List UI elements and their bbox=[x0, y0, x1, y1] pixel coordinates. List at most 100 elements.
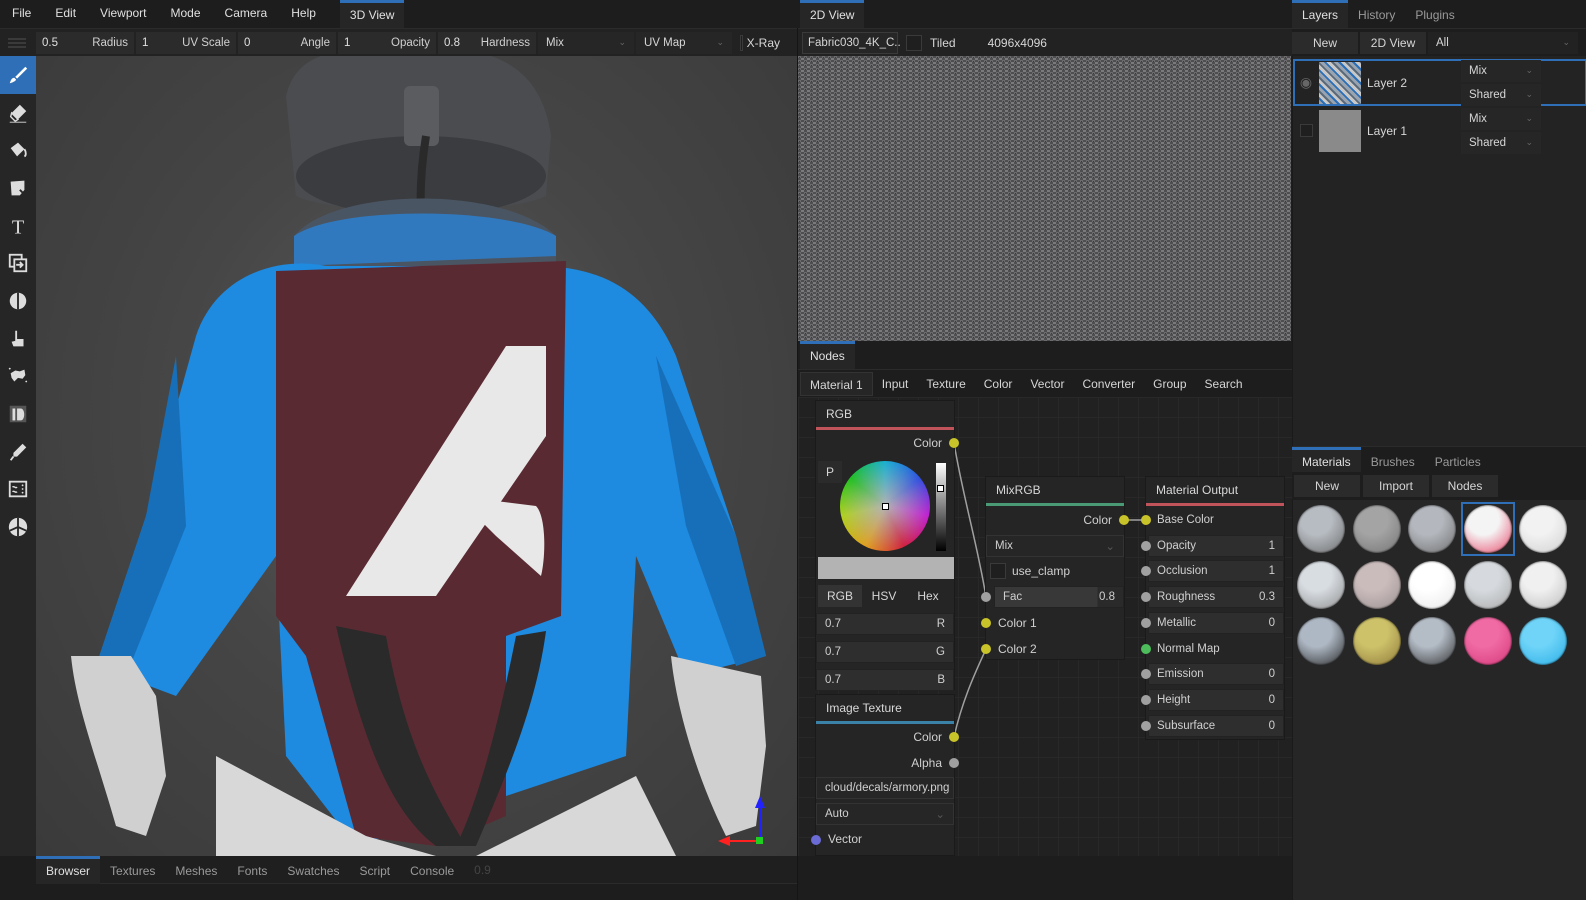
value-slider-handle[interactable] bbox=[937, 485, 944, 492]
material-thumbnail[interactable] bbox=[1297, 505, 1345, 553]
xray-checkbox[interactable] bbox=[740, 34, 743, 51]
output-input-opacity[interactable]: Opacity 1 bbox=[1148, 534, 1284, 557]
output-input-occlusion[interactable]: Occlusion 1 bbox=[1148, 560, 1284, 583]
output-input-roughness[interactable]: Roughness 0.3 bbox=[1148, 586, 1284, 609]
material-nodes-button[interactable]: Nodes bbox=[1432, 475, 1498, 497]
layer-visibility-checkbox[interactable] bbox=[1299, 124, 1313, 137]
tool-clone[interactable] bbox=[0, 244, 36, 282]
menu-help[interactable]: Help bbox=[279, 0, 328, 28]
layer-view-button[interactable]: 2D View bbox=[1360, 31, 1426, 54]
tab-plugins[interactable]: Plugins bbox=[1405, 0, 1464, 28]
tool-decal[interactable] bbox=[0, 169, 36, 207]
output-socket-height[interactable] bbox=[1141, 694, 1151, 705]
mix-color1-socket[interactable] bbox=[981, 618, 991, 628]
material-thumbnail[interactable] bbox=[1352, 505, 1401, 553]
material-thumbnail[interactable] bbox=[1519, 561, 1567, 609]
xray-toggle[interactable]: X-Ray bbox=[740, 34, 780, 51]
tool-text[interactable]: T bbox=[0, 207, 36, 245]
output-socket-normal-map[interactable] bbox=[1141, 643, 1151, 654]
output-input-metallic[interactable]: Metallic 0 bbox=[1148, 611, 1284, 634]
radius-field[interactable]: 0.5 Radius bbox=[36, 31, 134, 54]
material-thumbnail[interactable] bbox=[1408, 561, 1456, 609]
image-vector-socket[interactable] bbox=[811, 835, 821, 845]
rgb-node[interactable]: RGB Color P RGB HSV Hex 0.7 R 0.7 G 0.7 B bbox=[816, 401, 954, 691]
tab-materials[interactable]: Materials bbox=[1292, 447, 1361, 473]
angle-field[interactable]: 0 Angle bbox=[238, 31, 336, 54]
red-field[interactable]: 0.7 R bbox=[816, 613, 954, 635]
mode-rgb-button[interactable]: RGB bbox=[818, 585, 862, 607]
material-output-node[interactable]: Material Output Base Color Opacity 1 Occlus… bbox=[1146, 477, 1284, 739]
hardness-field[interactable]: 0.8 Hardness bbox=[438, 31, 536, 54]
node-canvas[interactable]: RGB Color P RGB HSV Hex 0.7 R 0.7 G 0.7 B I… bbox=[798, 397, 1292, 856]
tab-console[interactable]: Console bbox=[400, 856, 464, 884]
tab-script[interactable]: Script bbox=[349, 856, 400, 884]
picker-button[interactable]: P bbox=[818, 461, 842, 483]
nodes-menu-material[interactable]: Material 1 bbox=[800, 371, 873, 396]
tool-brush[interactable] bbox=[0, 56, 36, 94]
material-thumbnail[interactable] bbox=[1463, 561, 1512, 609]
mix-blend-dropdown[interactable]: Mix ⌄ bbox=[986, 535, 1124, 557]
tool-smudge[interactable] bbox=[0, 320, 36, 358]
rgb-color-socket[interactable] bbox=[949, 438, 959, 448]
nodes-menu-texture[interactable]: Texture bbox=[917, 372, 974, 396]
layer-mode-dropdown[interactable]: Shared ⌄ bbox=[1461, 83, 1541, 106]
layer-item[interactable]: ◉ Layer 2 Mix ⌄ Shared ⌄ bbox=[1293, 59, 1586, 106]
tab-particles[interactable]: Particles bbox=[1425, 447, 1491, 473]
blue-field[interactable]: 0.7 B bbox=[816, 669, 954, 691]
fac-slider[interactable]: Fac 0.8 bbox=[994, 586, 1124, 608]
mode-hsv-button[interactable]: HSV bbox=[862, 585, 906, 607]
menu-camera[interactable]: Camera bbox=[213, 0, 280, 28]
tab-textures[interactable]: Textures bbox=[100, 856, 165, 884]
tex-coord-dropdown[interactable]: UV Map ⌄ bbox=[636, 31, 732, 54]
toolbar-handle-icon[interactable] bbox=[0, 29, 34, 57]
mix-fac-socket[interactable] bbox=[981, 592, 991, 602]
layer-mode-dropdown[interactable]: Shared ⌄ bbox=[1461, 131, 1541, 154]
tab-2d-view[interactable]: 2D View bbox=[800, 0, 865, 28]
nodes-menu-vector[interactable]: Vector bbox=[1021, 372, 1073, 396]
tool-picker[interactable] bbox=[0, 433, 36, 471]
image-alpha-socket[interactable] bbox=[949, 758, 959, 768]
tab-swatches[interactable]: Swatches bbox=[277, 856, 349, 884]
output-socket-base-color[interactable] bbox=[1141, 515, 1151, 525]
tiled-checkbox[interactable] bbox=[906, 34, 922, 51]
material-thumbnail[interactable] bbox=[1408, 505, 1456, 553]
blend-mode-dropdown[interactable]: Mix ⌄ bbox=[538, 31, 634, 54]
output-socket-subsurface[interactable] bbox=[1141, 720, 1151, 731]
new-material-button[interactable]: New bbox=[1294, 475, 1360, 497]
tool-fill[interactable] bbox=[0, 131, 36, 169]
opacity-field[interactable]: 1 Opacity bbox=[338, 31, 436, 54]
tool-particle[interactable] bbox=[0, 358, 36, 396]
import-material-button[interactable]: Import bbox=[1363, 475, 1429, 497]
tool-blur[interactable] bbox=[0, 282, 36, 320]
interpolation-dropdown[interactable]: Auto ⌄ bbox=[816, 803, 954, 825]
mix-color-out-socket[interactable] bbox=[1119, 515, 1129, 525]
use-clamp-row[interactable]: use_clamp bbox=[990, 560, 1070, 582]
menu-mode[interactable]: Mode bbox=[159, 0, 213, 28]
menu-file[interactable]: File bbox=[0, 0, 43, 28]
tab-history[interactable]: History bbox=[1348, 0, 1405, 28]
mode-hex-button[interactable]: Hex bbox=[906, 585, 950, 607]
nodes-menu-converter[interactable]: Converter bbox=[1073, 372, 1144, 396]
nodes-menu-group[interactable]: Group bbox=[1144, 372, 1195, 396]
material-thumbnail[interactable] bbox=[1352, 561, 1401, 609]
green-field[interactable]: 0.7 G bbox=[816, 641, 954, 663]
tab-browser[interactable]: Browser bbox=[36, 856, 101, 884]
texture-selector[interactable]: Fabric030_4K_C.. bbox=[802, 31, 901, 54]
color-wheel-handle[interactable] bbox=[882, 503, 889, 510]
tool-bake[interactable] bbox=[0, 471, 36, 509]
material-thumbnail[interactable] bbox=[1352, 617, 1401, 665]
nodes-menu-color[interactable]: Color bbox=[975, 372, 1022, 396]
viewport-3d[interactable] bbox=[36, 56, 798, 856]
tab-nodes[interactable]: Nodes bbox=[800, 341, 855, 369]
value-slider[interactable] bbox=[936, 463, 946, 551]
menu-edit[interactable]: Edit bbox=[43, 0, 88, 28]
image-color-socket[interactable] bbox=[949, 732, 959, 742]
mixrgb-node[interactable]: MixRGB Color Mix ⌄ use_clamp Fac 0.8 Color… bbox=[986, 477, 1124, 659]
material-thumbnail[interactable] bbox=[1297, 561, 1345, 609]
output-socket-opacity[interactable] bbox=[1141, 540, 1151, 551]
tab-meshes[interactable]: Meshes bbox=[165, 856, 227, 884]
material-thumbnail[interactable] bbox=[1463, 617, 1512, 665]
uv-scale-field[interactable]: 1 UV Scale bbox=[136, 31, 236, 54]
material-thumbnail[interactable] bbox=[1408, 617, 1456, 665]
material-thumbnail[interactable] bbox=[1463, 505, 1512, 553]
